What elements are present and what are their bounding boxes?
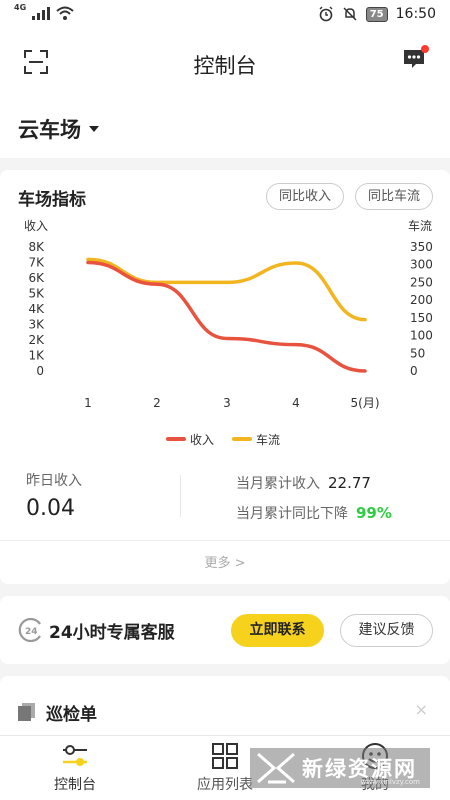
y-right-tick: 250 (410, 275, 433, 289)
24h-service-icon: 24 (18, 618, 41, 642)
tab-console[interactable]: 控制台 (15, 742, 135, 794)
tab-label: 控制台 (54, 777, 96, 793)
metrics-chart: 收入 车流8K7K6K5K4K3K2K1K03503002502001501005… (24, 218, 433, 447)
y-left-tick: 2K (28, 333, 45, 347)
unread-dot (421, 45, 429, 53)
y-left-tick: 6K (28, 271, 45, 285)
y-right-tick: 200 (410, 293, 433, 307)
app-header: 控制台 (0, 32, 450, 94)
legend-label: 收入 (190, 433, 214, 447)
divider (0, 540, 450, 541)
metrics-title: 车场指标 (18, 190, 86, 210)
yoy-traffic-button[interactable]: 同比车流 (355, 183, 433, 210)
y-right-tick: 100 (410, 329, 433, 343)
y-right-tick: 50 (410, 346, 425, 360)
yoy-decline-value: 99% (356, 504, 392, 522)
y-left-tick: 8K (28, 240, 45, 254)
service-card: 24 24小时专属客服 立即联系 建议反馈 (0, 596, 450, 664)
y-left-tick: 3K (28, 318, 45, 332)
x-tick: 2 (153, 396, 161, 410)
page-title: 控制台 (193, 54, 257, 78)
svg-text:24: 24 (25, 627, 38, 637)
feedback-button[interactable]: 建议反馈 (340, 614, 433, 647)
patrol-title: 巡检单 (46, 705, 97, 725)
y-left-tick: 1K (28, 349, 45, 363)
y-right-tick: 300 (410, 258, 433, 272)
status-right: 75 16:50 (318, 6, 436, 22)
service-title: 24小时专属客服 (49, 623, 175, 643)
watermark-url: www.xinlvzy.com (360, 778, 420, 786)
wifi-icon (56, 6, 74, 20)
y-left-tick: 4K (28, 302, 45, 316)
clock: 16:50 (395, 6, 436, 22)
x-tick: 5(月) (351, 396, 380, 410)
month-stats: 当月累计收入 22.77 当月累计同比下降 99% (236, 468, 392, 528)
watermark-logo-icon (257, 752, 295, 784)
more-link[interactable]: 更多 > (0, 552, 450, 571)
caret-down-icon (89, 126, 99, 132)
month-income-label: 当月累计收入 (236, 476, 320, 492)
y-left-title: 收入 (24, 219, 48, 233)
network-type: 4G (14, 3, 27, 12)
yesterday-income: 昨日收入 0.04 (26, 470, 82, 521)
yoy-income-button[interactable]: 同比收入 (266, 183, 344, 210)
watermark: 新绿资源网 www.xinlvzy.com (250, 748, 430, 788)
x-tick: 3 (223, 396, 231, 410)
series-line-traffic (86, 257, 367, 322)
legend-label: 车流 (256, 432, 280, 447)
y-right-tick: 150 (410, 311, 433, 325)
battery-icon: 75 (365, 6, 388, 22)
yoy-decline-label: 当月累计同比下降 (236, 506, 348, 522)
alarm-icon (319, 6, 333, 22)
month-income-value: 22.77 (328, 474, 371, 492)
y-left-tick: 0 (36, 364, 44, 378)
y-right-tick: 0 (410, 364, 418, 378)
message-button[interactable] (402, 45, 429, 74)
x-tick: 4 (292, 396, 300, 410)
signal-group: 4G (14, 3, 74, 20)
contact-now-button[interactable]: 立即联系 (231, 614, 324, 647)
lot-selector-bar: 云车场 (0, 94, 450, 158)
lot-name: 云车场 (18, 118, 81, 142)
mute-bell-icon (343, 7, 357, 21)
grid-icon (212, 743, 238, 769)
document-icon (18, 703, 35, 721)
close-icon[interactable]: × (415, 700, 428, 719)
signal-icon (32, 6, 51, 20)
sliders-icon (63, 745, 87, 766)
yesterday-income-value: 0.04 (26, 496, 75, 521)
y-left-tick: 7K (28, 256, 45, 270)
yesterday-income-label: 昨日收入 (26, 473, 82, 489)
y-right-title: 车流 (408, 218, 432, 233)
y-right-tick: 350 (410, 240, 433, 254)
lot-selector[interactable]: 云车场 (18, 114, 99, 144)
status-bar: 4G 75 16:50 (0, 0, 450, 32)
divider (180, 475, 181, 517)
x-tick: 1 (84, 396, 92, 410)
metrics-card: 车场指标 同比收入 同比车流 收入 车流 8K 7K 6K 5K 4K 3K 2K 1K 0 350 3… (0, 170, 450, 584)
y-left-tick: 5K (28, 287, 45, 301)
